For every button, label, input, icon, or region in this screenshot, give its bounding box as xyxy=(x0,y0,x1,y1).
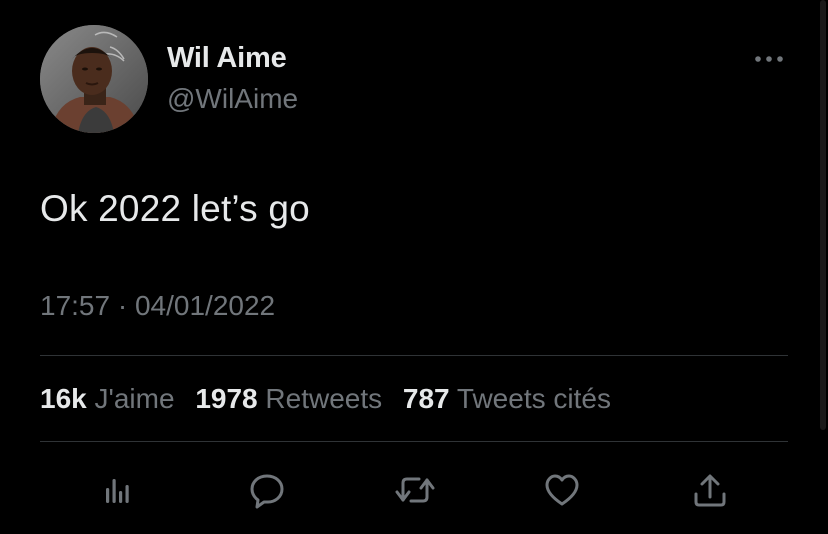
retweets-label: Retweets xyxy=(265,383,383,414)
action-bar xyxy=(0,468,828,512)
avatar[interactable] xyxy=(40,25,148,133)
like-icon[interactable] xyxy=(540,468,584,512)
analytics-icon[interactable] xyxy=(95,468,139,512)
reply-icon[interactable] xyxy=(245,468,289,512)
more-options-icon[interactable] xyxy=(750,44,790,74)
avatar-image xyxy=(40,25,148,133)
scrollbar[interactable] xyxy=(820,0,826,430)
share-icon[interactable] xyxy=(688,468,732,512)
tweet-text: Ok 2022 let’s go xyxy=(40,188,310,229)
divider xyxy=(40,355,788,356)
tweet-time[interactable]: 17:57 xyxy=(40,290,110,321)
divider xyxy=(40,441,788,442)
retweets-count: 1978 xyxy=(195,383,258,414)
tweet-stats: 16k J'aime 1978 Retweets 787 Tweets cité… xyxy=(40,383,624,415)
timestamp-separator: · xyxy=(110,290,135,321)
author-handle[interactable]: @WilAime xyxy=(167,83,298,115)
quote-tweets-stat[interactable]: 787 Tweets cités xyxy=(403,383,611,414)
tweet-timestamp[interactable]: 17:57 · 04/01/2022 xyxy=(40,290,275,322)
quote-tweets-label: Tweets cités xyxy=(456,383,611,414)
likes-label: J'aime xyxy=(94,383,175,414)
retweets-stat[interactable]: 1978 Retweets xyxy=(195,383,382,414)
retweet-icon[interactable] xyxy=(393,468,437,512)
tweet-detail: Wil Aime @WilAime Ok 2022 let’s go 17:57… xyxy=(0,0,828,534)
likes-stat[interactable]: 16k J'aime xyxy=(40,383,175,414)
author-name[interactable]: Wil Aime xyxy=(167,42,287,75)
likes-count: 16k xyxy=(40,383,87,414)
tweet-date[interactable]: 04/01/2022 xyxy=(135,290,275,321)
quote-tweets-count: 787 xyxy=(402,383,450,414)
